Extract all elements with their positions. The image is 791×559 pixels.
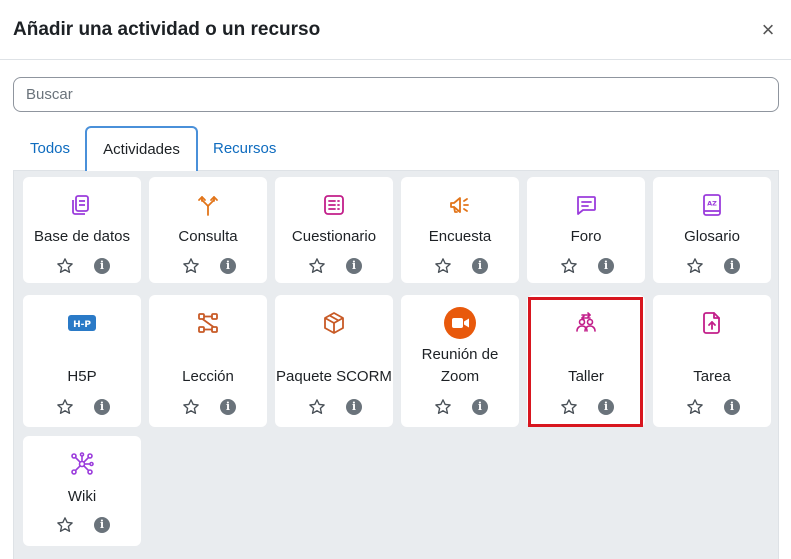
activity-label: Taller: [568, 368, 604, 385]
quiz-icon: [324, 195, 344, 215]
close-icon[interactable]: ×: [758, 18, 778, 42]
assignment-icon: [703, 312, 720, 334]
info-icon[interactable]: i: [220, 399, 236, 415]
info-icon[interactable]: i: [598, 399, 614, 415]
megaphone-icon: [450, 197, 469, 213]
info-icon[interactable]: i: [472, 258, 488, 274]
search-input[interactable]: [13, 77, 779, 112]
activity-label-line2: Zoom: [440, 368, 480, 385]
tab-actividades[interactable]: Actividades: [85, 126, 198, 172]
star-icon[interactable]: [560, 398, 578, 416]
star-icon[interactable]: [686, 257, 704, 275]
activity-card-reunion-de-zoom[interactable]: Reunión de Zoom i: [401, 295, 519, 427]
svg-text:H-P: H-P: [73, 320, 91, 330]
activity-card-glosario[interactable]: AZ Glosario i: [653, 177, 771, 283]
lesson-icon: [198, 313, 218, 333]
forum-icon: [577, 196, 596, 215]
info-icon[interactable]: i: [472, 399, 488, 415]
activity-label-line1: Reunión de: [421, 346, 499, 363]
tab-bar: Todos Actividades Recursos: [13, 126, 779, 172]
info-icon[interactable]: i: [94, 517, 110, 533]
wiki-icon: [71, 452, 94, 475]
info-icon[interactable]: i: [94, 258, 110, 274]
star-icon[interactable]: [308, 257, 326, 275]
package-icon: [324, 312, 344, 334]
activity-card-h5p[interactable]: H-P H5P i: [23, 295, 141, 427]
activity-grid: Base de datos i Consulta i Cuestionario …: [13, 171, 779, 559]
database-icon: [72, 195, 89, 215]
svg-text:AZ: AZ: [707, 200, 717, 208]
activity-label: Lección: [182, 368, 234, 385]
info-icon[interactable]: i: [346, 258, 362, 274]
activity-label: Glosario: [684, 228, 740, 245]
activity-label: Wiki: [67, 488, 97, 505]
activity-label: Consulta: [178, 228, 238, 245]
zoom-icon: [444, 307, 476, 339]
activity-label: Base de datos: [34, 228, 130, 245]
tab-recursos[interactable]: Recursos: [213, 126, 283, 171]
activity-card-paquete-scorm[interactable]: Paquete SCORM i: [275, 295, 393, 427]
info-icon[interactable]: i: [598, 258, 614, 274]
star-icon[interactable]: [560, 257, 578, 275]
activity-card-foro[interactable]: Foro i: [527, 177, 645, 283]
activity-card-encuesta[interactable]: Encuesta i: [401, 177, 519, 283]
star-icon[interactable]: [434, 257, 452, 275]
star-icon[interactable]: [56, 398, 74, 416]
h5p-icon: H-P: [68, 315, 96, 331]
activity-card-wiki[interactable]: Wiki i: [23, 436, 141, 546]
info-icon[interactable]: i: [724, 399, 740, 415]
star-icon[interactable]: [56, 257, 74, 275]
glossary-icon: AZ: [703, 194, 721, 216]
info-icon[interactable]: i: [346, 399, 362, 415]
workshop-icon: [576, 312, 596, 332]
dialog-title: Añadir una actividad o un recurso: [13, 19, 321, 40]
activity-label: Cuestionario: [291, 228, 377, 245]
dialog-header: Añadir una actividad o un recurso ×: [0, 0, 791, 60]
activity-card-base-de-datos[interactable]: Base de datos i: [23, 177, 141, 283]
info-icon[interactable]: i: [724, 258, 740, 274]
star-icon[interactable]: [308, 398, 326, 416]
info-icon[interactable]: i: [94, 399, 110, 415]
info-icon[interactable]: i: [220, 258, 236, 274]
activity-card-taller[interactable]: Taller i: [527, 295, 645, 427]
tab-todos[interactable]: Todos: [30, 126, 70, 171]
star-icon[interactable]: [686, 398, 704, 416]
activity-card-cuestionario[interactable]: Cuestionario i: [275, 177, 393, 283]
activity-label: Foro: [570, 228, 602, 245]
activity-label: Encuesta: [428, 228, 492, 245]
activity-label: Tarea: [693, 368, 731, 385]
activity-card-tarea[interactable]: Tarea i: [653, 295, 771, 427]
star-icon[interactable]: [434, 398, 452, 416]
star-icon[interactable]: [56, 516, 74, 534]
star-icon[interactable]: [182, 257, 200, 275]
activity-label: Paquete SCORM: [276, 368, 392, 385]
activity-card-consulta[interactable]: Consulta i: [149, 177, 267, 283]
activity-card-leccion[interactable]: Lección i: [149, 295, 267, 427]
star-icon[interactable]: [182, 398, 200, 416]
choice-icon: [198, 196, 218, 216]
activity-label: H5P: [67, 368, 97, 385]
